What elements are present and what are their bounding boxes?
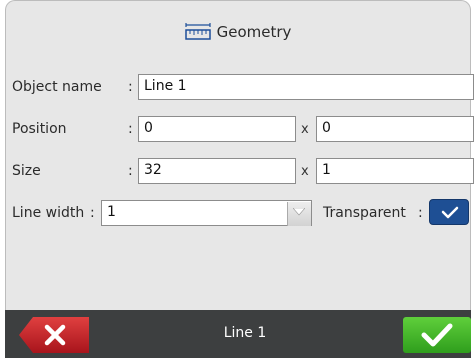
position-y-field[interactable]: 0 (316, 116, 474, 142)
position-colon: : (128, 121, 133, 137)
size-height-field[interactable]: 1 (316, 158, 474, 184)
line-width-colon: : (90, 205, 95, 221)
chevron-down-icon (293, 208, 305, 216)
ruler-icon (184, 23, 211, 40)
transparent-colon: : (418, 205, 423, 221)
position-x-field[interactable]: 0 (138, 116, 296, 142)
bar-title: Line 1 (223, 325, 267, 341)
object-name-field[interactable]: Line 1 (138, 74, 474, 100)
position-label: Position (12, 121, 67, 137)
dropdown-arrow-button[interactable] (287, 202, 311, 226)
close-icon (19, 317, 89, 353)
geometry-panel: Object name : Line 1 Position : 0 x 0 Si… (5, 68, 474, 310)
size-label: Size (12, 163, 41, 179)
size-colon: : (128, 163, 133, 179)
confirm-button[interactable] (403, 317, 471, 353)
line-width-dropdown[interactable]: 1 (101, 200, 312, 226)
transparent-label: Transparent (323, 205, 406, 221)
geometry-tab[interactable]: Geometry (5, 0, 471, 68)
object-name-colon: : (128, 79, 133, 95)
bottom-bar: Line 1 (5, 310, 471, 358)
line-width-label: Line width (12, 205, 85, 221)
size-width-field[interactable]: 32 (138, 158, 296, 184)
cancel-button[interactable] (19, 317, 89, 353)
object-name-label: Object name (12, 79, 102, 95)
transparent-checkbox[interactable] (429, 199, 469, 225)
checkmark-icon (441, 206, 459, 219)
checkmark-icon (421, 323, 453, 347)
size-separator: x (301, 164, 309, 179)
tab-title: Geometry (216, 23, 292, 41)
line-width-value: 1 (107, 204, 116, 220)
tab-header: Geometry (6, 23, 470, 41)
position-separator: x (301, 122, 309, 137)
